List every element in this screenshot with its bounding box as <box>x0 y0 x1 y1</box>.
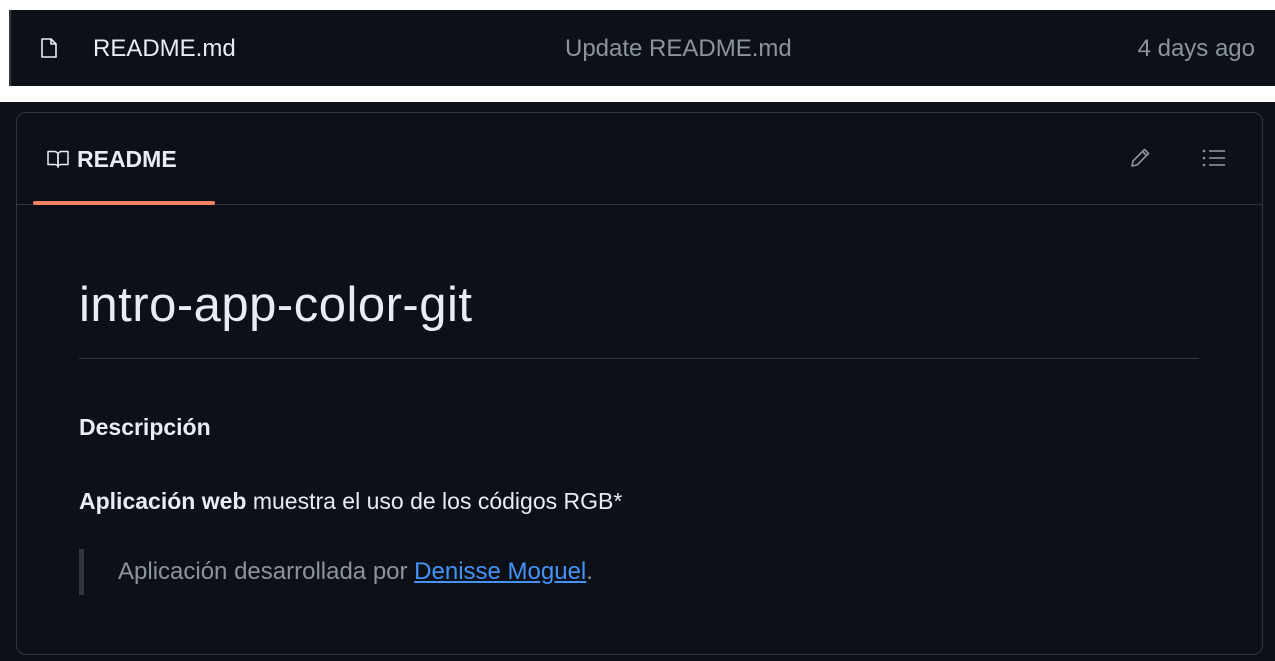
blockquote: Aplicación desarrollada por Denisse Mogu… <box>79 549 593 595</box>
file-list-row[interactable]: README.md Update README.md 4 days ago <box>9 10 1275 86</box>
paragraph-bold-text: Aplicación web <box>79 488 247 514</box>
quote-text: Aplicación desarrollada por <box>118 558 415 585</box>
tab-readme[interactable]: README <box>33 113 215 205</box>
author-link[interactable]: Denisse Moguel <box>414 558 586 585</box>
edit-readme-button[interactable] <box>1125 143 1155 173</box>
readme-title: intro-app-color-git <box>79 278 473 332</box>
description-paragraph: Aplicación web muestra el uso de los cód… <box>79 487 622 515</box>
readme-box: README intro-app-color-git Descripción A… <box>16 112 1263 655</box>
title-divider <box>79 358 1199 359</box>
section-heading: Descripción <box>79 414 211 440</box>
readme-panel: README intro-app-color-git Descripción A… <box>0 102 1275 661</box>
paragraph-text: muestra el uso de los códigos RGB* <box>246 488 623 514</box>
readme-header: README <box>17 113 1262 205</box>
quote-suffix: . <box>586 558 593 585</box>
active-tab-indicator <box>33 201 215 205</box>
pencil-icon <box>1131 148 1150 167</box>
list-icon <box>1202 149 1225 167</box>
file-name-link[interactable]: README.md <box>93 35 236 63</box>
book-icon <box>47 150 69 168</box>
commit-message-link[interactable]: Update README.md <box>565 35 792 63</box>
file-icon <box>41 38 57 58</box>
commit-time: 4 days ago <box>1137 35 1255 62</box>
tab-readme-label: README <box>77 146 177 172</box>
outline-button[interactable] <box>1199 143 1229 173</box>
